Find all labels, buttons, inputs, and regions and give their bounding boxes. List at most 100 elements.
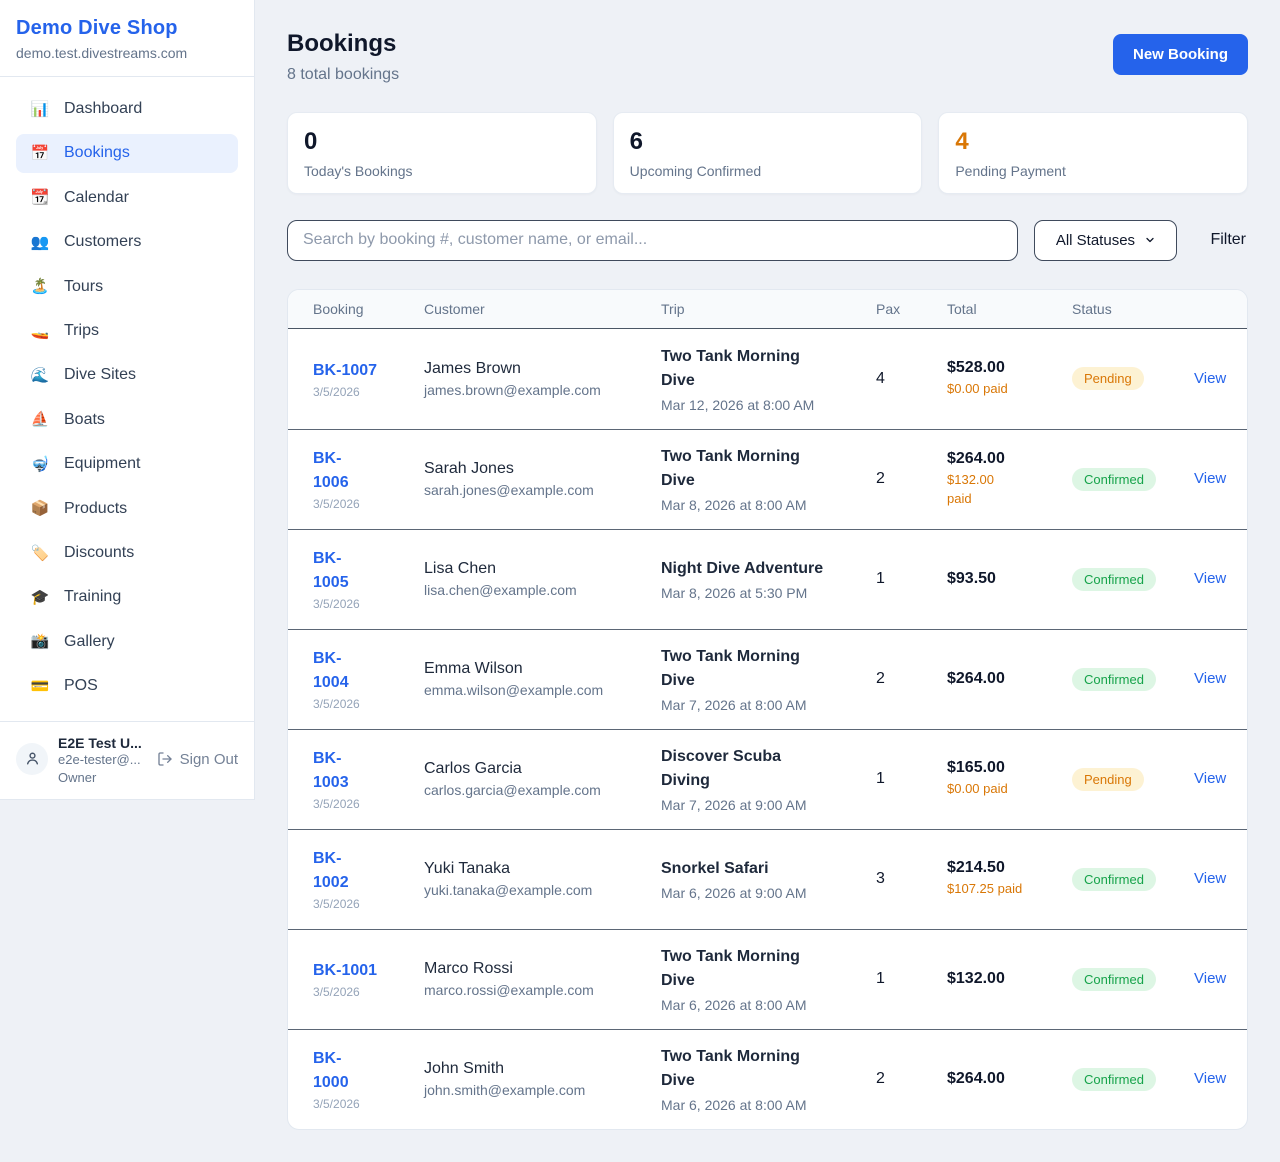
calendar-icon: 📅 [30,143,50,164]
customer-email: lisa.chen@example.com [424,582,661,598]
pax-value: 3 [876,870,947,888]
customer-cell: John Smith john.smith@example.com [424,1060,661,1098]
pax-value: 2 [876,670,947,688]
trip-time: Mar 8, 2026 at 8:00 AM [661,497,876,513]
sidebar-item-label: Gallery [64,631,115,653]
table-row: BK-1005 3/5/2026 Lisa Chen lisa.chen@exa… [288,529,1247,629]
chevron-down-icon [1144,234,1156,246]
booking-date: 3/5/2026 [313,597,424,611]
column-header-total: Total [947,301,1072,317]
bar-chart-icon: 📊 [30,99,50,120]
sidebar-item-label: Training [64,586,121,608]
customer-cell: Emma Wilson emma.wilson@example.com [424,660,661,698]
status-badge: Confirmed [1072,668,1156,691]
stat-value: 4 [955,128,1231,157]
sidebar-item-dashboard[interactable]: 📊 Dashboard [16,90,238,128]
table-row: BK-1000 3/5/2026 John Smith john.smith@e… [288,1029,1247,1129]
customer-cell: Lisa Chen lisa.chen@example.com [424,560,661,598]
status-select[interactable]: All Statuses [1034,220,1177,261]
actions-cell: View [1194,470,1247,488]
view-link[interactable]: View [1194,570,1226,587]
status-cell: Pending [1072,367,1194,390]
page-header: Bookings 8 total bookings New Booking [287,30,1248,84]
booking-id-link[interactable]: BK-1005 [313,547,349,595]
booking-id-link[interactable]: BK-1001 [313,959,377,983]
view-link[interactable]: View [1194,870,1226,887]
sidebar-item-label: Dashboard [64,98,142,120]
sidebar-item-label: Calendar [64,187,129,209]
total-cell: $214.50 $107.25 paid [947,859,1072,899]
user-role: Owner [58,769,147,787]
view-link[interactable]: View [1194,770,1226,787]
view-link[interactable]: View [1194,670,1226,687]
status-select-value: All Statuses [1056,232,1135,249]
sidebar-item-gallery[interactable]: 📸 Gallery [16,623,238,661]
sign-out-button[interactable]: Sign Out [157,751,238,768]
package-icon: 📦 [30,498,50,519]
customer-name: John Smith [424,1060,661,1078]
status-cell: Confirmed [1072,968,1194,991]
actions-cell: View [1194,570,1247,588]
booking-id-link[interactable]: BK-1007 [313,359,377,383]
trip-name: Two Tank Morning Dive [661,645,831,693]
stat-label: Pending Payment [955,163,1231,179]
sidebar-item-label: Products [64,498,127,520]
user-info: E2E Test U... e2e-tester@... Owner [58,735,147,787]
customer-name: James Brown [424,360,661,378]
bookings-table: Booking Customer Trip Pax Total Status B… [287,289,1248,1130]
total-amount: $165.00 [947,759,1072,777]
booking-cell: BK-1002 3/5/2026 [313,847,424,911]
sidebar-item-calendar[interactable]: 📆 Calendar [16,179,238,217]
actions-cell: View [1194,670,1247,688]
sidebar-item-discounts[interactable]: 🏷️ Discounts [16,534,238,572]
booking-id-link[interactable]: BK-1003 [313,747,349,795]
sidebar-item-label: Trips [64,320,99,342]
shop-domain: demo.test.divestreams.com [16,45,238,61]
stat-label: Upcoming Confirmed [630,163,906,179]
trip-name: Snorkel Safari [661,857,831,881]
booking-id-link[interactable]: BK-1002 [313,847,349,895]
booking-id-link[interactable]: BK-1004 [313,647,349,695]
stat-card-pending-payment: 4 Pending Payment [938,112,1248,194]
total-amount: $93.50 [947,570,1072,588]
new-booking-button[interactable]: New Booking [1113,34,1248,75]
customer-email: john.smith@example.com [424,1082,661,1098]
customer-name: Marco Rossi [424,960,661,978]
customer-name: Carlos Garcia [424,760,661,778]
booking-date: 3/5/2026 [313,797,424,811]
sidebar-item-products[interactable]: 📦 Products [16,490,238,528]
person-icon [24,750,41,767]
customer-email: yuki.tanaka@example.com [424,882,661,898]
sidebar-item-equipment[interactable]: 🤿 Equipment [16,445,238,483]
filter-button[interactable]: Filter [1208,231,1248,249]
booking-id-link[interactable]: BK-1006 [313,447,349,495]
trip-name: Two Tank Morning Dive [661,445,831,493]
booking-id-link[interactable]: BK-1000 [313,1047,349,1095]
trip-time: Mar 6, 2026 at 8:00 AM [661,997,876,1013]
table-row: BK-1003 3/5/2026 Carlos Garcia carlos.ga… [288,729,1247,829]
customer-email: marco.rossi@example.com [424,982,661,998]
sidebar-item-dive-sites[interactable]: 🌊 Dive Sites [16,356,238,394]
sidebar-item-boats[interactable]: ⛵ Boats [16,401,238,439]
sidebar-item-label: Discounts [64,542,134,564]
view-link[interactable]: View [1194,970,1226,987]
search-input[interactable] [287,220,1018,261]
customer-cell: James Brown james.brown@example.com [424,360,661,398]
booking-date: 3/5/2026 [313,385,424,399]
sidebar-item-tours[interactable]: 🏝️ Tours [16,268,238,306]
total-amount: $528.00 [947,359,1072,377]
view-link[interactable]: View [1194,1070,1226,1087]
sidebar-item-trips[interactable]: 🚤 Trips [16,312,238,350]
view-link[interactable]: View [1194,370,1226,387]
diving-mask-icon: 🤿 [30,454,50,475]
wave-icon: 🌊 [30,365,50,386]
sidebar-item-pos[interactable]: 💳 POS [16,667,238,705]
actions-cell: View [1194,970,1247,988]
credit-card-icon: 💳 [30,676,50,697]
sidebar-item-training[interactable]: 🎓 Training [16,578,238,616]
table-row: BK-1002 3/5/2026 Yuki Tanaka yuki.tanaka… [288,829,1247,929]
sidebar-item-customers[interactable]: 👥 Customers [16,223,238,261]
sidebar-item-bookings[interactable]: 📅 Bookings [16,134,238,172]
view-link[interactable]: View [1194,470,1226,487]
amount-paid: $0.00 paid [947,380,1072,399]
